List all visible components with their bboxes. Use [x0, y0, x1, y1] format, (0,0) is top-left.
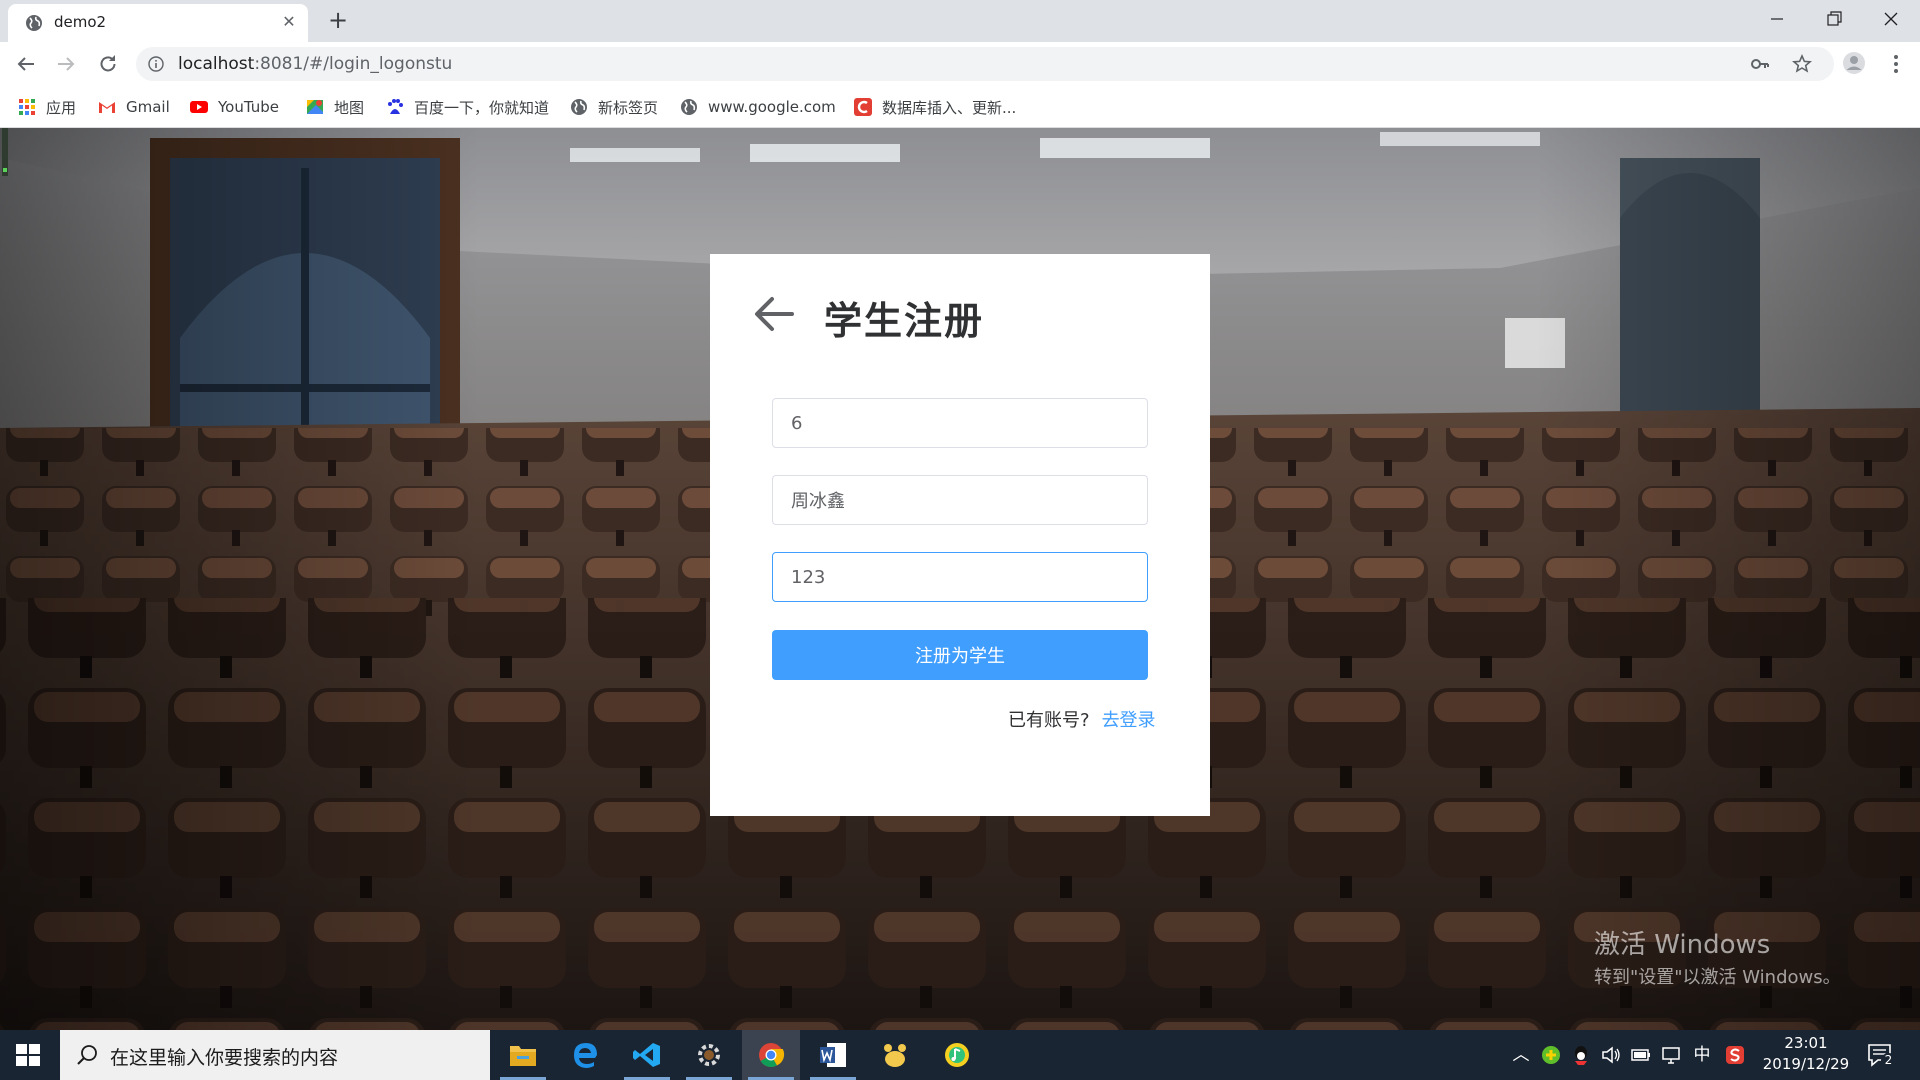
- password-field[interactable]: [772, 552, 1148, 602]
- tray-sogou-icon[interactable]: [1724, 1044, 1746, 1066]
- qq-music-icon: [945, 1043, 969, 1067]
- tray-overflow-chevron-icon[interactable]: ︿: [1510, 1044, 1532, 1066]
- page-title: 学生注册: [824, 299, 985, 343]
- edge-icon: [574, 1043, 597, 1068]
- browser-toolbar: localhost:8081/#/login_logonstu: [0, 42, 1920, 86]
- windows-activation-watermark: 激活 Windows 转到"设置"以激活 Windows。: [1594, 930, 1841, 988]
- browser-tab-strip: demo2 ✕ +: [0, 0, 1920, 42]
- bookmark-google[interactable]: www.google.com: [680, 96, 836, 118]
- clock-date: 2019/12/29: [1762, 1055, 1850, 1073]
- url-text: localhost:8081/#/login_logonstu: [178, 54, 453, 74]
- back-arrow-icon[interactable]: [752, 294, 796, 334]
- restore-icon[interactable]: [1819, 6, 1849, 32]
- back-icon[interactable]: [14, 52, 38, 76]
- login-prompt-row: 已有账号? 去登录: [1008, 706, 1156, 732]
- tray-battery-icon[interactable]: [1630, 1044, 1652, 1066]
- taskbar-settings-app[interactable]: [680, 1030, 738, 1080]
- tray-qq-icon[interactable]: [1570, 1044, 1592, 1066]
- bookmark-new-tab[interactable]: 新标签页: [570, 96, 658, 118]
- student-id-field[interactable]: [772, 398, 1148, 448]
- settings-gear-icon: [698, 1044, 720, 1066]
- globe-icon: [26, 15, 42, 31]
- go-login-link[interactable]: 去登录: [1102, 710, 1156, 731]
- bookmark-apps[interactable]: 应用: [18, 96, 76, 118]
- address-bar[interactable]: localhost:8081/#/login_logonstu: [136, 47, 1834, 81]
- login-prompt-text: 已有账号?: [1008, 710, 1090, 731]
- tray-ime-indicator[interactable]: 中: [1691, 1044, 1713, 1066]
- apps-grid-icon: [19, 99, 35, 115]
- register-card: 学生注册 注册为学生 已有账号? 去登录: [710, 254, 1210, 816]
- chrome-icon: [759, 1043, 785, 1068]
- youtube-icon: [190, 101, 208, 113]
- gmail-icon: [99, 102, 115, 113]
- taskbar-edge[interactable]: [556, 1030, 614, 1080]
- taskbar-paw-app[interactable]: [866, 1030, 924, 1080]
- forward-icon[interactable]: [54, 52, 78, 76]
- search-placeholder: 在这里输入你要搜索的内容: [110, 1047, 339, 1069]
- windows-start-icon[interactable]: [16, 1044, 40, 1066]
- bookmarks-bar: 应用 Gmail YouTube 地图 百度一下，你就知道 新标签页 www.g…: [0, 86, 1920, 128]
- tray-360-icon[interactable]: [1540, 1044, 1562, 1066]
- menu-dots-icon[interactable]: [1884, 52, 1908, 76]
- register-student-button[interactable]: 注册为学生: [772, 630, 1148, 680]
- notification-count-badge: 2: [1881, 1053, 1896, 1068]
- notification-center-button[interactable]: 2: [1866, 1042, 1896, 1070]
- site-info-icon[interactable]: [148, 56, 164, 72]
- profile-avatar-icon[interactable]: [1842, 51, 1866, 75]
- maps-icon: [307, 100, 323, 114]
- browser-tab[interactable]: demo2 ✕: [8, 4, 308, 42]
- tab-close-icon[interactable]: ✕: [280, 13, 298, 31]
- clock-time: 23:01: [1784, 1034, 1828, 1052]
- minimize-icon[interactable]: [1762, 6, 1792, 32]
- tray-network-icon[interactable]: [1660, 1044, 1682, 1066]
- bookmark-star-icon[interactable]: [1792, 54, 1812, 74]
- csdn-icon: [854, 98, 872, 116]
- baidu-icon: [388, 99, 403, 114]
- paw-app-icon: [884, 1044, 906, 1067]
- taskbar-vscode[interactable]: [618, 1030, 676, 1080]
- globe-icon: [571, 99, 587, 115]
- tray-volume-icon[interactable]: [1600, 1044, 1622, 1066]
- bookmark-csdn[interactable]: 数据库插入、更新...: [854, 96, 1016, 118]
- taskbar-qq-music[interactable]: [928, 1030, 986, 1080]
- bookmark-gmail[interactable]: Gmail: [98, 96, 170, 118]
- windows-taskbar: 在这里输入你要搜索的内容 ︿ 中 23:01 2019/12/29 2: [0, 1030, 1920, 1080]
- bookmark-maps[interactable]: 地图: [306, 96, 364, 118]
- taskbar-search-box[interactable]: 在这里输入你要搜索的内容: [60, 1030, 490, 1080]
- bookmark-baidu[interactable]: 百度一下，你就知道: [386, 96, 549, 118]
- password-key-icon[interactable]: [1750, 55, 1770, 73]
- word-icon: [820, 1043, 846, 1067]
- scroll-indicator-icon: [2, 128, 8, 176]
- bookmark-youtube[interactable]: YouTube: [190, 96, 279, 118]
- close-window-icon[interactable]: [1876, 6, 1906, 32]
- file-explorer-icon: [510, 1046, 536, 1066]
- new-tab-button[interactable]: +: [326, 8, 350, 32]
- reload-icon[interactable]: [96, 52, 120, 76]
- taskbar-chrome[interactable]: [742, 1030, 800, 1080]
- tab-title: demo2: [54, 13, 107, 31]
- taskbar-file-explorer[interactable]: [494, 1030, 552, 1080]
- taskbar-word[interactable]: [804, 1030, 862, 1080]
- page-viewport: 学生注册 注册为学生 已有账号? 去登录 激活 Windows 转到"设置"以激活…: [0, 128, 1920, 1030]
- student-name-field[interactable]: [772, 475, 1148, 525]
- globe-icon: [681, 99, 697, 115]
- taskbar-clock[interactable]: 23:01 2019/12/29: [1756, 1033, 1856, 1075]
- search-icon: [77, 1045, 97, 1065]
- vscode-icon: [633, 1043, 660, 1067]
